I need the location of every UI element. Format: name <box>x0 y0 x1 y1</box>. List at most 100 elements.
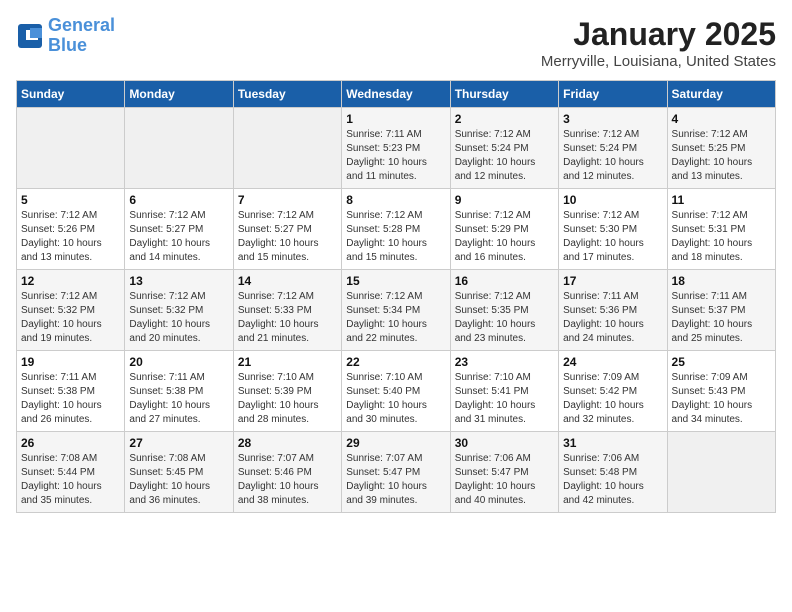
calendar-cell: 15 Sunrise: 7:12 AMSunset: 5:34 PMDayligh… <box>342 270 450 351</box>
calendar-cell: 24Sunrise: 7:09 AMSunset: 5:42 PMDayligh… <box>559 351 667 432</box>
calendar-cell: 14 Sunrise: 7:12 AMSunset: 5:33 PMDayligh… <box>233 270 341 351</box>
day-number: 26 <box>21 436 120 450</box>
day-info: Sunrise: 7:11 AMSunset: 5:23 PMDaylight:… <box>346 128 445 184</box>
day-number: 25 <box>672 355 771 369</box>
day-number: 12 <box>21 274 120 288</box>
calendar-cell: 11 Sunrise: 7:12 AMSunset: 5:31 PMDayligh… <box>667 189 775 270</box>
header-sunday: Sunday <box>17 81 125 108</box>
calendar-table: SundayMondayTuesdayWednesdayThursdayFrid… <box>16 80 776 513</box>
calendar-cell <box>125 108 233 189</box>
day-info: Sunrise: 7:12 AMSunset: 5:35 PMDaylight:… <box>455 290 554 346</box>
calendar-cell: 8Sunrise: 7:12 AMSunset: 5:28 PMDaylight… <box>342 189 450 270</box>
day-number: 13 <box>129 274 228 288</box>
day-info: Sunrise: 7:06 AMSunset: 5:48 PMDaylight:… <box>563 452 662 508</box>
calendar-cell: 30Sunrise: 7:06 AMSunset: 5:47 PMDayligh… <box>450 432 558 513</box>
calendar-cell: 25 Sunrise: 7:09 AMSunset: 5:43 PMDayligh… <box>667 351 775 432</box>
week-row-3: 12 Sunrise: 7:12 AMSunset: 5:32 PMDayligh… <box>17 270 776 351</box>
day-number: 18 <box>672 274 771 288</box>
day-number: 31 <box>563 436 662 450</box>
day-number: 27 <box>129 436 228 450</box>
day-number: 1 <box>346 112 445 126</box>
day-number: 22 <box>346 355 445 369</box>
calendar-header-row: SundayMondayTuesdayWednesdayThursdayFrid… <box>17 81 776 108</box>
day-number: 8 <box>346 193 445 207</box>
day-info: Sunrise: 7:12 AMSunset: 5:26 PMDaylight:… <box>21 209 120 265</box>
day-info: Sunrise: 7:10 AMSunset: 5:40 PMDaylight:… <box>346 371 445 427</box>
day-info: Sunrise: 7:10 AMSunset: 5:41 PMDaylight:… <box>455 371 554 427</box>
header-tuesday: Tuesday <box>233 81 341 108</box>
day-number: 4 <box>672 112 771 126</box>
page-header: General Blue January 2025 Merryville, Lo… <box>16 16 776 70</box>
day-info: Sunrise: 7:11 AMSunset: 5:37 PMDaylight:… <box>672 290 771 346</box>
day-info: Sunrise: 7:11 AMSunset: 5:38 PMDaylight:… <box>129 371 228 427</box>
day-info: Sunrise: 7:12 AMSunset: 5:27 PMDaylight:… <box>129 209 228 265</box>
day-number: 7 <box>238 193 337 207</box>
logo-text: General Blue <box>48 16 115 56</box>
calendar-cell <box>17 108 125 189</box>
header-saturday: Saturday <box>667 81 775 108</box>
day-number: 2 <box>455 112 554 126</box>
calendar-cell: 12Sunrise: 7:12 AMSunset: 5:32 PMDayligh… <box>17 270 125 351</box>
calendar-cell: 18 Sunrise: 7:11 AMSunset: 5:37 PMDayligh… <box>667 270 775 351</box>
week-row-4: 19 Sunrise: 7:11 AMSunset: 5:38 PMDayligh… <box>17 351 776 432</box>
day-info: Sunrise: 7:08 AMSunset: 5:44 PMDaylight:… <box>21 452 120 508</box>
day-info: Sunrise: 7:12 AMSunset: 5:30 PMDaylight:… <box>563 209 662 265</box>
day-number: 9 <box>455 193 554 207</box>
day-info: Sunrise: 7:09 AMSunset: 5:43 PMDaylight:… <box>672 371 771 427</box>
logo-general: General <box>48 15 115 35</box>
week-row-5: 26 Sunrise: 7:08 AMSunset: 5:44 PMDayligh… <box>17 432 776 513</box>
day-number: 3 <box>563 112 662 126</box>
day-info: Sunrise: 7:12 AMSunset: 5:29 PMDaylight:… <box>455 209 554 265</box>
calendar-cell: 26 Sunrise: 7:08 AMSunset: 5:44 PMDayligh… <box>17 432 125 513</box>
calendar-cell <box>667 432 775 513</box>
page-subtitle: Merryville, Louisiana, United States <box>541 53 776 70</box>
day-info: Sunrise: 7:12 AMSunset: 5:24 PMDaylight:… <box>563 128 662 184</box>
calendar-cell: 13 Sunrise: 7:12 AMSunset: 5:32 PMDayligh… <box>125 270 233 351</box>
day-info: Sunrise: 7:11 AMSunset: 5:36 PMDaylight:… <box>563 290 662 346</box>
logo-icon <box>16 22 44 50</box>
day-number: 14 <box>238 274 337 288</box>
day-number: 11 <box>672 193 771 207</box>
logo: General Blue <box>16 16 115 56</box>
calendar-cell: 28Sunrise: 7:07 AMSunset: 5:46 PMDayligh… <box>233 432 341 513</box>
calendar-cell: 20 Sunrise: 7:11 AMSunset: 5:38 PMDayligh… <box>125 351 233 432</box>
calendar-cell: 7Sunrise: 7:12 AMSunset: 5:27 PMDaylight… <box>233 189 341 270</box>
day-info: Sunrise: 7:11 AMSunset: 5:38 PMDaylight:… <box>21 371 120 427</box>
calendar-cell: 1 Sunrise: 7:11 AMSunset: 5:23 PMDaylight… <box>342 108 450 189</box>
day-number: 19 <box>21 355 120 369</box>
day-number: 20 <box>129 355 228 369</box>
logo-blue: Blue <box>48 35 87 55</box>
calendar-cell: 19 Sunrise: 7:11 AMSunset: 5:38 PMDayligh… <box>17 351 125 432</box>
day-number: 10 <box>563 193 662 207</box>
day-info: Sunrise: 7:12 AMSunset: 5:24 PMDaylight:… <box>455 128 554 184</box>
day-info: Sunrise: 7:12 AMSunset: 5:33 PMDaylight:… <box>238 290 337 346</box>
calendar-cell: 22 Sunrise: 7:10 AMSunset: 5:40 PMDayligh… <box>342 351 450 432</box>
day-number: 6 <box>129 193 228 207</box>
page-title: January 2025 <box>541 16 776 53</box>
day-info: Sunrise: 7:07 AMSunset: 5:47 PMDaylight:… <box>346 452 445 508</box>
calendar-cell: 10 Sunrise: 7:12 AMSunset: 5:30 PMDayligh… <box>559 189 667 270</box>
day-info: Sunrise: 7:12 AMSunset: 5:32 PMDaylight:… <box>129 290 228 346</box>
calendar-cell: 2 Sunrise: 7:12 AMSunset: 5:24 PMDaylight… <box>450 108 558 189</box>
header-wednesday: Wednesday <box>342 81 450 108</box>
day-info: Sunrise: 7:10 AMSunset: 5:39 PMDaylight:… <box>238 371 337 427</box>
day-number: 17 <box>563 274 662 288</box>
week-row-2: 5Sunrise: 7:12 AMSunset: 5:26 PMDaylight… <box>17 189 776 270</box>
day-info: Sunrise: 7:12 AMSunset: 5:31 PMDaylight:… <box>672 209 771 265</box>
calendar-cell: 3 Sunrise: 7:12 AMSunset: 5:24 PMDaylight… <box>559 108 667 189</box>
day-info: Sunrise: 7:08 AMSunset: 5:45 PMDaylight:… <box>129 452 228 508</box>
calendar-cell: 4 Sunrise: 7:12 AMSunset: 5:25 PMDaylight… <box>667 108 775 189</box>
calendar-cell: 27 Sunrise: 7:08 AMSunset: 5:45 PMDayligh… <box>125 432 233 513</box>
calendar-cell <box>233 108 341 189</box>
calendar-cell: 23Sunrise: 7:10 AMSunset: 5:41 PMDayligh… <box>450 351 558 432</box>
day-number: 30 <box>455 436 554 450</box>
day-number: 28 <box>238 436 337 450</box>
day-number: 15 <box>346 274 445 288</box>
day-number: 16 <box>455 274 554 288</box>
calendar-cell: 5Sunrise: 7:12 AMSunset: 5:26 PMDaylight… <box>17 189 125 270</box>
day-number: 29 <box>346 436 445 450</box>
day-info: Sunrise: 7:12 AMSunset: 5:34 PMDaylight:… <box>346 290 445 346</box>
calendar-cell: 17 Sunrise: 7:11 AMSunset: 5:36 PMDayligh… <box>559 270 667 351</box>
day-info: Sunrise: 7:12 AMSunset: 5:25 PMDaylight:… <box>672 128 771 184</box>
week-row-1: 1 Sunrise: 7:11 AMSunset: 5:23 PMDaylight… <box>17 108 776 189</box>
